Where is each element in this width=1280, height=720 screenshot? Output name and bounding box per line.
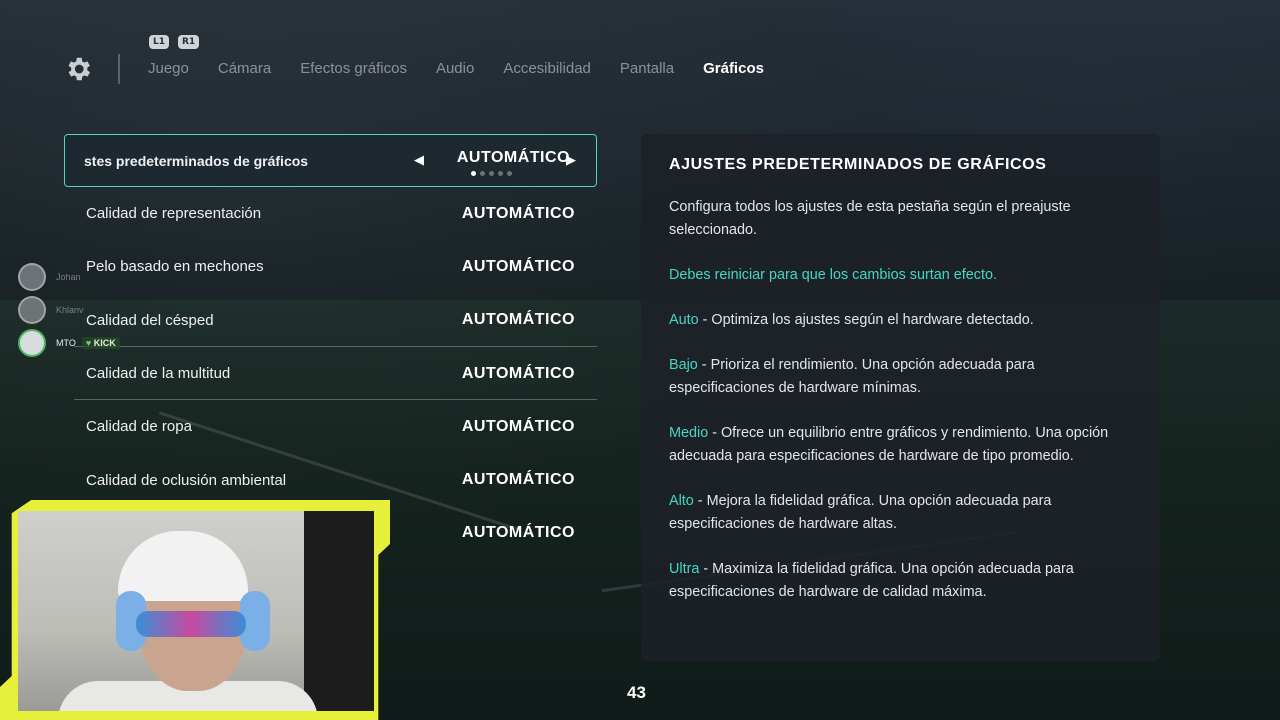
option-term: Auto: [669, 312, 699, 328]
avatar: [18, 328, 46, 357]
badge-label: KICK: [93, 337, 116, 348]
setting-value: AUTOMÁTICO: [461, 364, 575, 382]
tab-efectos-graficos[interactable]: Efectos gráficos: [300, 60, 407, 77]
option-desc: - Maximiza la fidelidad gráfica. Una opc…: [669, 561, 1074, 600]
setting-value: AUTOMÁTICO: [461, 471, 575, 489]
setting-row-render-quality[interactable]: Calidad de representación AUTOMÁTICO: [64, 187, 597, 240]
restart-warning: Debes reiniciar para que los cambios sur…: [669, 267, 997, 283]
option-term: Medio: [669, 425, 709, 441]
arrow-right-icon[interactable]: ▶: [566, 152, 576, 168]
tab-audio[interactable]: Audio: [436, 60, 474, 77]
page-number: 43: [627, 683, 646, 702]
option-bajo: Bajo - Prioriza el rendimiento. Una opci…: [669, 354, 1119, 400]
setting-row-grass-quality[interactable]: Calidad del césped AUTOMÁTICO: [64, 294, 597, 348]
panel-body: Configura todos los ajustes de esta pest…: [669, 196, 1119, 626]
arrow-left-icon[interactable]: ◀: [414, 152, 424, 168]
setting-row-cloth-quality[interactable]: Calidad de ropa AUTOMÁTICO: [64, 400, 597, 453]
panel-intro: Configura todos los ajustes de esta pest…: [669, 199, 1071, 238]
option-auto: Auto - Optimiza los ajustes según el har…: [669, 309, 1119, 332]
setting-label: stes predeterminados de gráficos: [84, 152, 309, 169]
option-medio: Medio - Ofrece un equilibrio entre gráfi…: [669, 422, 1119, 468]
setting-value: AUTOMÁTICO: [461, 524, 575, 542]
friend-name: Khlanv: [56, 304, 84, 315]
option-desc: - Optimiza los ajustes según el hardware…: [698, 312, 1034, 328]
sunglasses-icon: [136, 611, 246, 637]
tab-graficos[interactable]: Gráficos: [703, 60, 764, 77]
tab-pantalla[interactable]: Pantalla: [620, 60, 674, 77]
page-dot: [471, 171, 476, 176]
option-term: Ultra: [669, 561, 700, 577]
friend-item[interactable]: Johan: [18, 260, 120, 293]
friends-list: Johan Khlanv MTO ♥ KICK: [18, 260, 120, 359]
option-desc: - Mejora la fidelidad gráfica. Una opció…: [669, 493, 1052, 532]
avatar: [18, 262, 46, 291]
option-desc: - Prioriza el rendimiento. Una opción ad…: [669, 357, 1035, 396]
setting-label: Calidad de oclusión ambiental: [86, 471, 287, 489]
settings-tabs: Juego Cámara Efectos gráficos Audio Acce…: [148, 60, 793, 77]
friend-item[interactable]: MTO ♥ KICK: [18, 326, 120, 359]
avatar: [18, 295, 46, 324]
tab-camara[interactable]: Cámara: [218, 60, 271, 77]
webcam-person-cap: [118, 531, 248, 601]
page-dot: [507, 171, 512, 176]
friend-item[interactable]: Khlanv: [18, 293, 120, 326]
nav-separator: [118, 54, 120, 84]
setting-value: AUTOMÁTICO: [461, 257, 575, 275]
setting-value: AUTOMÁTICO: [461, 204, 575, 222]
page-dot: [489, 171, 494, 176]
page-dot: [480, 171, 485, 176]
setting-value: AUTOMÁTICO: [456, 149, 570, 166]
setting-value: AUTOMÁTICO: [461, 311, 575, 329]
option-ultra: Ultra - Maximiza la fidelidad gráfica. U…: [669, 558, 1119, 604]
friend-name: Johan: [56, 271, 81, 282]
setting-row-strand-hair[interactable]: Pelo basado en mechones AUTOMÁTICO: [64, 240, 597, 293]
panel-title: AJUSTES PREDETERMINADOS DE GRÁFICOS: [669, 156, 1047, 173]
webcam-feed: [18, 511, 374, 711]
setting-label: Calidad de la multitud: [86, 365, 231, 383]
option-term: Alto: [669, 493, 694, 509]
option-alto: Alto - Mejora la fidelidad gráfica. Una …: [669, 490, 1119, 536]
kick-badge: ♥ KICK: [81, 336, 120, 349]
setting-row-crowd-quality[interactable]: Calidad de la multitud AUTOMÁTICO: [64, 347, 597, 401]
settings-gear-icon[interactable]: [63, 54, 93, 84]
option-term: Bajo: [669, 357, 698, 373]
setting-label: Calidad de representación: [86, 205, 262, 223]
setting-label: Calidad de ropa: [86, 418, 192, 436]
preset-page-dots: [471, 171, 512, 176]
tab-accesibilidad[interactable]: Accesibilidad: [503, 60, 591, 77]
r1-button-hint: R1: [178, 35, 200, 49]
graphics-settings-list: stes predeterminados de gráficos ◀ AUTOM…: [64, 134, 597, 560]
heart-icon: ♥: [85, 337, 92, 348]
setting-row-ambient-occlusion[interactable]: Calidad de oclusión ambiental AUTOMÁTICO: [64, 453, 597, 506]
webcam-background: [304, 511, 374, 711]
friend-name: MTO: [56, 337, 76, 348]
option-desc: - Ofrece un equilibrio entre gráficos y …: [669, 425, 1109, 464]
setting-row-graphics-preset[interactable]: stes predeterminados de gráficos ◀ AUTOM…: [64, 134, 597, 187]
page-dot: [498, 171, 503, 176]
description-panel: AJUSTES PREDETERMINADOS DE GRÁFICOS Conf…: [641, 134, 1160, 661]
setting-value: AUTOMÁTICO: [461, 417, 575, 435]
tab-juego[interactable]: Juego: [148, 60, 189, 77]
bumper-hints: L1 R1: [149, 35, 200, 49]
l1-button-hint: L1: [149, 35, 169, 49]
